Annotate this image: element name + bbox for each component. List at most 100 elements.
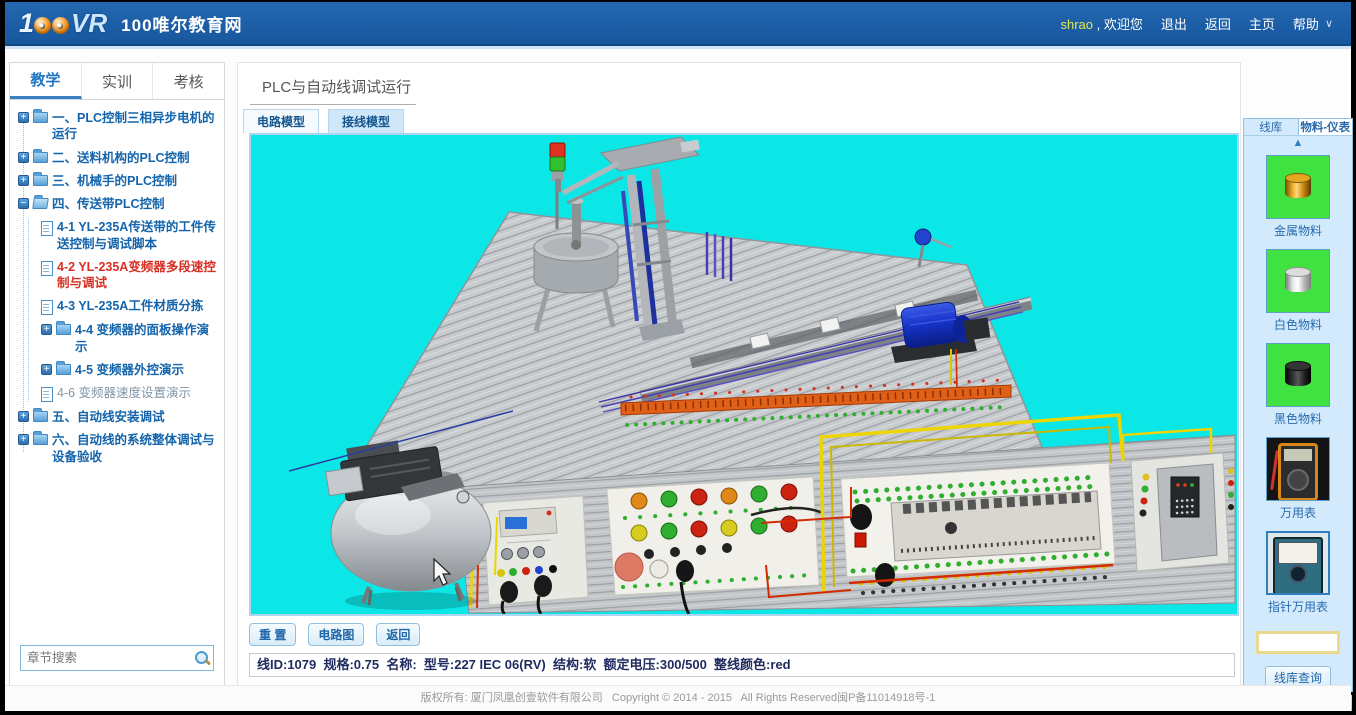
user-greeting: shrao , 欢迎您 (1061, 14, 1143, 33)
expand-icon[interactable] (18, 112, 29, 123)
list-item: 白色物料 (1244, 249, 1352, 339)
expand-icon[interactable] (18, 152, 29, 163)
folder-icon (56, 324, 71, 335)
home-link[interactable]: 主页 (1249, 14, 1275, 33)
folder-icon (56, 364, 71, 375)
tree-item-chapter1[interactable]: 一、PLC控制三相异步电机的运行 (18, 110, 218, 143)
list-item: 指针万用表 (1244, 531, 1352, 621)
tree-item-4-2-selected[interactable]: 4-2 YL-235A变频器多段速控制与调试 (41, 259, 218, 292)
material-panel: 线库 物料-仪表 ▲ 金属物料 白色物料 黑色物料 万用表 指针万用表 (1243, 118, 1353, 692)
tree-item-chapter4[interactable]: 四、传送带PLC控制 (18, 196, 218, 212)
document-icon (41, 300, 53, 315)
tree-item-chapter3[interactable]: 三、机械手的PLC控制 (18, 173, 218, 189)
collapse-icon[interactable] (18, 198, 29, 209)
folder-icon (33, 152, 48, 163)
logo-text-1: 1 (19, 8, 33, 39)
list-item: 金属物料 (1244, 155, 1352, 245)
logout-link[interactable]: 退出 (1161, 14, 1187, 33)
circuit-diagram-button[interactable]: 电路图 (308, 623, 364, 646)
document-icon (41, 221, 53, 236)
tree-item-4-1[interactable]: 4-1 YL-235A传送带的工件传送控制与调试脚本 (41, 219, 218, 252)
tab-training[interactable]: 实训 (82, 63, 154, 99)
username: shrao (1061, 17, 1094, 32)
page-title: PLC与自动线调试运行 (262, 76, 1240, 97)
model-tabs: 电路模型 接线模型 (243, 109, 1240, 133)
document-icon (41, 261, 53, 276)
expand-icon[interactable] (18, 175, 29, 186)
expand-icon[interactable] (41, 324, 52, 335)
instrument-label: 万用表 (1244, 504, 1352, 521)
tree-item-chapter2[interactable]: 二、送料机构的PLC控制 (18, 150, 218, 166)
analog-multimeter-icon (1273, 537, 1323, 595)
inverter-panel (1131, 453, 1234, 571)
tree-item-chapter5[interactable]: 五、自动线安装调试 (18, 409, 218, 425)
logo-o-ball-icon (34, 17, 51, 34)
material-black-thumbnail[interactable] (1266, 343, 1330, 407)
course-sidebar: 教学 实训 考核 一、PLC控制三相异步电机的运行 二、送料机构的PLC控制 三… (9, 62, 225, 686)
chapter-search-box (20, 645, 214, 671)
return-button[interactable]: 返回 (376, 623, 420, 646)
tab-teaching[interactable]: 教学 (10, 63, 82, 99)
navbar-right: shrao , 欢迎您 退出 返回 主页 帮助 ∨ (1061, 14, 1334, 33)
multimeter-thumbnail[interactable] (1266, 437, 1330, 501)
back-link[interactable]: 返回 (1205, 14, 1231, 33)
reset-button[interactable]: 重 置 (249, 623, 296, 646)
black-cylinder-icon (1285, 366, 1311, 386)
folder-icon (33, 411, 48, 422)
welcome-text: , 欢迎您 (1093, 17, 1143, 32)
tree-item-4-6[interactable]: 4-6 变频器速度设置演示 (41, 385, 218, 402)
tab-wire-library[interactable]: 线库 (1244, 119, 1298, 135)
viewport-3d-scene (251, 135, 1237, 614)
chapter4-children: 4-1 YL-235A传送带的工件传送控制与调试脚本 4-2 YL-235A变频… (28, 219, 218, 402)
title-underline (250, 104, 416, 105)
wire-status-bar: 线ID:1079 规格:0.75 名称: 型号:227 IEC 06(RV) 结… (249, 653, 1235, 677)
instrument-panel (483, 496, 588, 614)
list-item: 万用表 (1244, 437, 1352, 527)
logo-text-vr: VR (71, 8, 107, 39)
white-cylinder-icon (1285, 272, 1311, 292)
folder-icon (33, 112, 48, 123)
metal-cylinder-icon (1285, 178, 1311, 198)
material-label: 黑色物料 (1244, 410, 1352, 427)
instrument-label: 指针万用表 (1244, 598, 1352, 615)
tab-wiring-model[interactable]: 接线模型 (328, 109, 404, 133)
navbar-divider (5, 46, 1351, 49)
viewport-toolbar: 重 置 电路图 返回 (249, 623, 1240, 646)
copyright-footer: 版权所有: 厦门凤凰创壹软件有限公司 Copyright © 2014 - 20… (5, 685, 1351, 711)
folder-icon (33, 175, 48, 186)
material-white-thumbnail[interactable] (1266, 249, 1330, 313)
viewport-3d[interactable] (249, 133, 1239, 616)
open-folder-icon (32, 198, 49, 209)
tab-circuit-model[interactable]: 电路模型 (243, 109, 319, 133)
tab-materials-instruments[interactable]: 物料-仪表 (1298, 119, 1353, 135)
expand-icon[interactable] (41, 364, 52, 375)
tree-item-4-5[interactable]: 4-5 变频器外控演示 (41, 362, 218, 378)
scroll-up-icon[interactable]: ▲ (1244, 136, 1352, 151)
chevron-down-icon: ∨ (1325, 17, 1333, 30)
material-metal-thumbnail[interactable] (1266, 155, 1330, 219)
document-icon (41, 387, 53, 402)
tree-item-chapter6[interactable]: 六、自动线的系统整体调试与设备验收 (18, 432, 218, 465)
material-label: 金属物料 (1244, 222, 1352, 239)
search-icon[interactable] (194, 650, 207, 666)
tab-assessment[interactable]: 考核 (153, 63, 224, 99)
wire-query-input[interactable] (1256, 631, 1340, 654)
folder-icon (33, 434, 48, 445)
material-label: 白色物料 (1244, 316, 1352, 333)
main-panel: PLC与自动线调试运行 电路模型 接线模型 (237, 62, 1241, 686)
list-item: 黑色物料 (1244, 343, 1352, 433)
course-tree: 一、PLC控制三相异步电机的运行 二、送料机构的PLC控制 三、机械手的PLC控… (10, 100, 224, 478)
analog-multimeter-thumbnail[interactable] (1266, 531, 1330, 595)
multimeter-icon (1278, 443, 1318, 501)
page: 1 VR 100唯尔教育网 shrao , 欢迎您 退出 返回 主页 帮助 ∨ 教… (5, 2, 1351, 711)
expand-icon[interactable] (18, 434, 29, 445)
help-link[interactable]: 帮助 (1293, 14, 1319, 33)
material-panel-tabs: 线库 物料-仪表 (1244, 119, 1352, 136)
tree-item-4-3[interactable]: 4-3 YL-235A工件材质分拣 (41, 298, 218, 315)
expand-icon[interactable] (18, 411, 29, 422)
site-logo[interactable]: 1 VR (19, 8, 107, 39)
site-name: 100唯尔教育网 (121, 11, 242, 36)
sidebar-tabs: 教学 实训 考核 (10, 63, 224, 100)
search-input[interactable] (21, 651, 194, 665)
tree-item-4-4[interactable]: 4-4 变频器的面板操作演示 (41, 322, 218, 355)
